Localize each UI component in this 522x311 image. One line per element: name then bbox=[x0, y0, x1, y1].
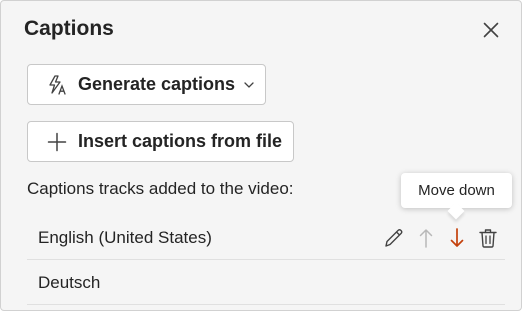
generate-captions-button[interactable]: Generate captions bbox=[27, 64, 266, 105]
generate-captions-label: Generate captions bbox=[78, 74, 236, 94]
delete-button[interactable] bbox=[476, 226, 500, 250]
chevron-down-icon bbox=[243, 81, 255, 89]
insert-captions-button[interactable]: Insert captions from file bbox=[27, 121, 294, 162]
tracks-heading: Captions tracks added to the video: bbox=[27, 179, 294, 198]
captions-pane: Captions Generate captions Insert captio… bbox=[0, 0, 522, 311]
plus-icon bbox=[46, 131, 68, 153]
edit-button[interactable] bbox=[382, 226, 406, 250]
auto-captions-icon bbox=[46, 74, 68, 96]
track-row-english[interactable]: English (United States) bbox=[27, 216, 505, 260]
edit-icon bbox=[385, 229, 403, 247]
close-icon bbox=[483, 22, 499, 38]
track-name: English (United States) bbox=[38, 227, 212, 247]
move-up-icon bbox=[419, 229, 433, 248]
move-down-button[interactable] bbox=[445, 226, 469, 250]
move-up-button[interactable] bbox=[414, 226, 438, 250]
pane-title: Captions bbox=[24, 17, 114, 40]
track-name: Deutsch bbox=[38, 272, 101, 292]
insert-captions-label: Insert captions from file bbox=[78, 131, 283, 151]
move-down-icon bbox=[450, 228, 464, 247]
delete-icon bbox=[479, 229, 497, 248]
track-row-deutsch[interactable]: Deutsch bbox=[27, 261, 505, 305]
close-button[interactable] bbox=[479, 18, 503, 42]
